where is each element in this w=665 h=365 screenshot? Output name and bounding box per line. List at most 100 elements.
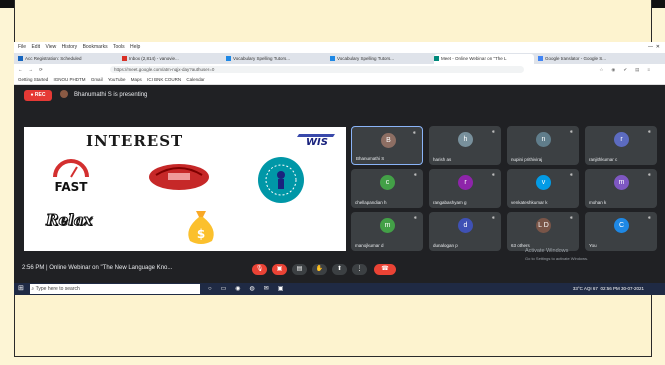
- avatar: [60, 90, 68, 99]
- present-button[interactable]: ⬆: [332, 264, 347, 275]
- pin-icon[interactable]: ✱: [570, 129, 573, 134]
- pin-icon[interactable]: ✱: [492, 172, 495, 177]
- pin-icon[interactable]: ✱: [492, 215, 495, 220]
- google-icon: [538, 56, 543, 62]
- pin-icon[interactable]: ✱: [570, 172, 573, 177]
- activate-windows-watermark: Activate Windows Go to Settings to activ…: [525, 248, 589, 261]
- avatar: m: [380, 218, 395, 233]
- participant-name: manojkumar d: [355, 243, 384, 248]
- participant-tile[interactable]: ✱ v venkateshkumar k: [507, 169, 579, 208]
- bookmark-item[interactable]: Getting Started: [18, 77, 48, 82]
- bookmark-item[interactable]: Maps: [131, 77, 142, 82]
- wallet-cards-icon: [149, 164, 209, 190]
- avatar: r: [614, 132, 629, 147]
- participant-name: Bhanumathi S: [356, 156, 385, 161]
- tab-favicon-icon: [226, 56, 231, 62]
- participant-name: rangabashyam g: [433, 200, 467, 205]
- leave-call-button[interactable]: ☎: [374, 264, 396, 275]
- pin-icon[interactable]: ✱: [648, 215, 651, 220]
- more-options-button[interactable]: ⋮: [352, 264, 367, 275]
- tab-3[interactable]: Vocabulary Spelling Tutors...: [226, 54, 326, 64]
- participant-tile[interactable]: ✱ m manojkumar d: [351, 212, 423, 251]
- participant-tile[interactable]: ✱ r rangabashyam g: [429, 169, 501, 208]
- avatar: h: [458, 132, 473, 147]
- wis-logo: WIS: [297, 134, 335, 147]
- avatar: L D: [536, 218, 551, 233]
- presentation-slide: INTEREST WIS FAST Relax $: [24, 127, 346, 251]
- meet-window: ● REC Bhanumathi S is presenting INTERES…: [14, 85, 665, 283]
- windows-start-icon[interactable]: ⊞: [18, 285, 24, 293]
- nav-buttons[interactable]: ←→⟳: [18, 64, 49, 75]
- pin-icon[interactable]: ✱: [648, 172, 651, 177]
- pin-icon[interactable]: ✱: [492, 129, 495, 134]
- tab-strip: Acc Registration: Scheduled Inbox (2,814…: [14, 53, 665, 64]
- tab-meet-active[interactable]: Meet - Online Webinar on "The L: [434, 54, 534, 64]
- participant-tile[interactable]: ✱ h harish as: [429, 126, 501, 165]
- relax-text: Relax: [46, 211, 93, 230]
- bookmark-item[interactable]: ICI BNK COURN: [147, 77, 181, 82]
- pin-icon[interactable]: ✱: [648, 129, 651, 134]
- participant-tile[interactable]: ✱ d dunalogan p: [429, 212, 501, 251]
- avatar: n: [536, 132, 551, 147]
- svg-text:WIS: WIS: [306, 137, 328, 147]
- participant-tile[interactable]: ✱ m mohan k: [585, 169, 657, 208]
- camera-off-button[interactable]: ▣: [272, 264, 287, 275]
- avatar: B: [381, 133, 396, 148]
- gmail-icon: [122, 56, 127, 62]
- windows-taskbar: ⊞ ⌕ Type here to search ○▭◉◍✉▣ 33°C AQI …: [14, 283, 665, 295]
- rec-badge: ● REC: [24, 90, 52, 101]
- avatar: m: [614, 175, 629, 190]
- participant-tile[interactable]: ✱ C You: [585, 212, 657, 251]
- captions-button[interactable]: ▤: [292, 264, 307, 275]
- meet-icon: [434, 56, 439, 62]
- participant-tile[interactable]: ✱ r ranjithkumar c: [585, 126, 657, 165]
- participant-tile[interactable]: ✱ B Bhanumathi S: [351, 126, 423, 165]
- taskbar-search[interactable]: ⌕ Type here to search: [30, 284, 200, 294]
- menu-view[interactable]: View: [45, 44, 56, 50]
- avatar: v: [536, 175, 551, 190]
- meet-controls-bar: 2:56 PM | Online Webinar on "The New Lan…: [14, 248, 665, 283]
- pin-icon[interactable]: ✱: [414, 172, 417, 177]
- participant-name: ranjithkumar c: [589, 157, 618, 162]
- menu-bookmarks[interactable]: Bookmarks: [83, 44, 108, 50]
- bookmark-item[interactable]: YouTube: [108, 77, 126, 82]
- participant-name: harish as: [433, 157, 452, 162]
- participant-tile[interactable]: ✱ c chellapandian h: [351, 169, 423, 208]
- bookmarks-bar: Getting Started IGNOU PHDTM Gmail YouTub…: [14, 75, 665, 85]
- participant-tile[interactable]: ✱ n nupini prithiviraj: [507, 126, 579, 165]
- svg-text:$: $: [197, 227, 205, 241]
- participant-tile[interactable]: ✱ L D 63 others: [507, 212, 579, 251]
- avatar: c: [380, 175, 395, 190]
- raise-hand-button[interactable]: ✋: [312, 264, 327, 275]
- presenting-banner: Bhanumathi S is presenting: [60, 90, 147, 101]
- menu-edit[interactable]: Edit: [31, 44, 40, 50]
- pin-icon[interactable]: ✱: [413, 130, 416, 135]
- extension-icons[interactable]: ☆◉✔▤≡: [599, 64, 658, 75]
- url-field[interactable]: https://meet.google.com/atm-nqjx-day?aut…: [110, 66, 524, 73]
- bookmark-item[interactable]: Gmail: [91, 77, 103, 82]
- participant-name: venkateshkumar k: [511, 200, 548, 205]
- avatar: C: [614, 218, 629, 233]
- tab-2[interactable]: Inbox (2,814) - vanovie...: [122, 54, 222, 64]
- participant-name: nupini prithiviraj: [511, 157, 543, 162]
- pin-icon[interactable]: ✱: [414, 215, 417, 220]
- pin-icon[interactable]: ✱: [570, 215, 573, 220]
- tab-1[interactable]: Acc Registration: Scheduled: [18, 54, 118, 64]
- menu-tools[interactable]: Tools: [113, 44, 125, 50]
- menu-history[interactable]: History: [62, 44, 78, 50]
- taskbar-app-icons[interactable]: ○▭◉◍✉▣: [208, 284, 292, 294]
- meeting-details: 2:56 PM | Online Webinar on "The New Lan…: [22, 265, 173, 271]
- bookmark-item[interactable]: IGNOU PHDTM: [54, 77, 86, 82]
- menu-file[interactable]: File: [18, 44, 26, 50]
- money-bag-icon: $: [188, 211, 214, 244]
- participant-name: You: [589, 243, 597, 248]
- participant-name: mohan k: [589, 200, 607, 205]
- tab-6[interactable]: Google translator - Google S...: [538, 54, 648, 64]
- bookmark-item[interactable]: Calendar: [186, 77, 204, 82]
- menu-help[interactable]: Help: [130, 44, 140, 50]
- mic-off-button[interactable]: 🎙: [252, 264, 267, 275]
- screenshot: File Edit View History Bookmarks Tools H…: [14, 42, 665, 295]
- window-controls[interactable]: — ✕: [648, 42, 660, 53]
- svg-text:FAST: FAST: [55, 180, 89, 193]
- tab-4[interactable]: Vocabulary Spelling Tutors...: [330, 54, 430, 64]
